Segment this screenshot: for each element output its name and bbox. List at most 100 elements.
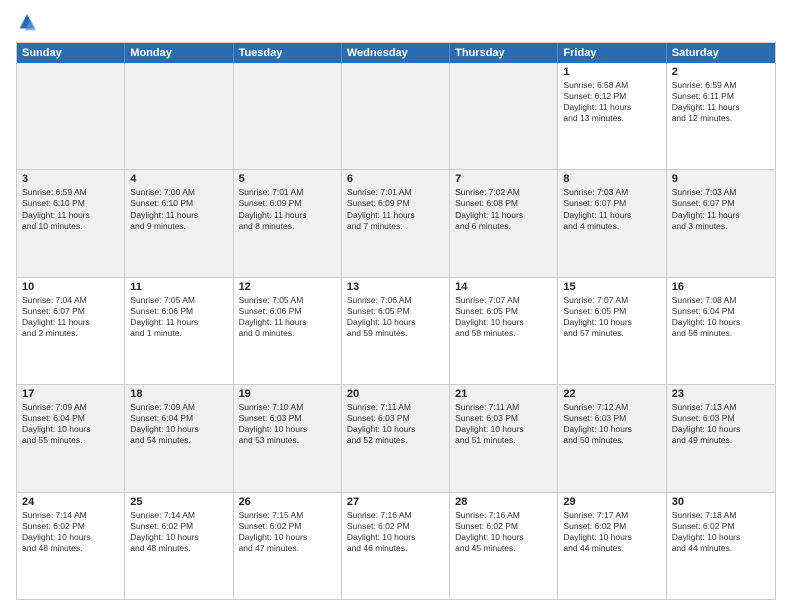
cell-text: Sunrise: 6:59 AM Sunset: 6:10 PM Dayligh…	[22, 187, 119, 231]
logo	[16, 12, 42, 34]
cell-text: Sunrise: 7:10 AM Sunset: 6:03 PM Dayligh…	[239, 402, 336, 446]
day-number: 11	[130, 281, 227, 293]
calendar-cell-empty-0-0	[17, 63, 125, 169]
calendar-cell-28: 28Sunrise: 7:16 AM Sunset: 6:02 PM Dayli…	[450, 493, 558, 599]
calendar-cell-7: 7 Sunrise: 7:02 AM Sunset: 6:08 PM Daylig…	[450, 170, 558, 276]
calendar-cell-4: 4 Sunrise: 7:00 AM Sunset: 6:10 PM Daylig…	[125, 170, 233, 276]
day-number: 29	[563, 496, 660, 508]
cell-text: Sunrise: 7:11 AM Sunset: 6:03 PM Dayligh…	[347, 402, 444, 446]
day-number: 17	[22, 388, 119, 400]
day-number: 10	[22, 281, 119, 293]
cell-text: Sunrise: 7:01 AM Sunset: 6:09 PM Dayligh…	[239, 187, 336, 231]
day-number: 14	[455, 281, 552, 293]
calendar-row-2: 10 Sunrise: 7:04 AM Sunset: 6:07 PM Dayli…	[17, 278, 775, 385]
cell-text: Sunrise: 7:14 AM Sunset: 6:02 PM Dayligh…	[22, 510, 119, 554]
cell-text: Sunrise: 7:09 AM Sunset: 6:04 PM Dayligh…	[22, 402, 119, 446]
calendar-cell-24: 24 Sunrise: 7:14 AM Sunset: 6:02 PM Dayli…	[17, 493, 125, 599]
header	[16, 12, 776, 34]
calendar-cell-empty-0-4	[450, 63, 558, 169]
day-number: 13	[347, 281, 444, 293]
cell-text: Sunrise: 7:09 AM Sunset: 6:04 PM Dayligh…	[130, 402, 227, 446]
day-number: 22	[563, 388, 660, 400]
day-number: 15	[563, 281, 660, 293]
day-number: 16	[672, 281, 770, 293]
cell-text: Sunrise: 7:18 AM Sunset: 6:02 PM Dayligh…	[672, 510, 770, 554]
calendar-cell-21: 21 Sunrise: 7:11 AM Sunset: 6:03 PM Dayli…	[450, 385, 558, 491]
cell-text: Sunrise: 7:11 AM Sunset: 6:03 PM Dayligh…	[455, 402, 552, 446]
calendar-cell-14: 14 Sunrise: 7:07 AM Sunset: 6:05 PM Dayli…	[450, 278, 558, 384]
header-day-wednesday: Wednesday	[342, 43, 450, 63]
calendar-cell-10: 10 Sunrise: 7:04 AM Sunset: 6:07 PM Dayli…	[17, 278, 125, 384]
calendar-cell-12: 12Sunrise: 7:05 AM Sunset: 6:06 PM Dayli…	[234, 278, 342, 384]
calendar: SundayMondayTuesdayWednesdayThursdayFrid…	[16, 42, 776, 600]
calendar-cell-3: 3 Sunrise: 6:59 AM Sunset: 6:10 PM Daylig…	[17, 170, 125, 276]
day-number: 8	[563, 173, 660, 185]
calendar-cell-empty-0-1	[125, 63, 233, 169]
cell-text: Sunrise: 7:12 AM Sunset: 6:03 PM Dayligh…	[563, 402, 660, 446]
calendar-body: 1 Sunrise: 6:58 AM Sunset: 6:12 PM Daylig…	[17, 63, 775, 599]
calendar-cell-13: 13Sunrise: 7:06 AM Sunset: 6:05 PM Dayli…	[342, 278, 450, 384]
calendar-cell-empty-0-3	[342, 63, 450, 169]
day-number: 28	[455, 496, 552, 508]
calendar-cell-17: 17 Sunrise: 7:09 AM Sunset: 6:04 PM Dayli…	[17, 385, 125, 491]
cell-text: Sunrise: 7:02 AM Sunset: 6:08 PM Dayligh…	[455, 187, 552, 231]
header-day-thursday: Thursday	[450, 43, 558, 63]
calendar-cell-29: 29 Sunrise: 7:17 AM Sunset: 6:02 PM Dayli…	[558, 493, 666, 599]
header-day-friday: Friday	[558, 43, 666, 63]
cell-text: Sunrise: 7:17 AM Sunset: 6:02 PM Dayligh…	[563, 510, 660, 554]
day-number: 9	[672, 173, 770, 185]
day-number: 18	[130, 388, 227, 400]
day-number: 24	[22, 496, 119, 508]
day-number: 6	[347, 173, 444, 185]
calendar-row-3: 17 Sunrise: 7:09 AM Sunset: 6:04 PM Dayli…	[17, 385, 775, 492]
header-day-sunday: Sunday	[17, 43, 125, 63]
cell-text: Sunrise: 7:08 AM Sunset: 6:04 PM Dayligh…	[672, 295, 770, 339]
cell-text: Sunrise: 7:07 AM Sunset: 6:05 PM Dayligh…	[563, 295, 660, 339]
day-number: 1	[563, 66, 660, 78]
header-day-saturday: Saturday	[667, 43, 775, 63]
logo-icon	[16, 12, 38, 34]
calendar-cell-11: 11 Sunrise: 7:05 AM Sunset: 6:06 PM Dayli…	[125, 278, 233, 384]
cell-text: Sunrise: 7:13 AM Sunset: 6:03 PM Dayligh…	[672, 402, 770, 446]
day-number: 21	[455, 388, 552, 400]
day-number: 3	[22, 173, 119, 185]
day-number: 27	[347, 496, 444, 508]
calendar-cell-27: 27Sunrise: 7:16 AM Sunset: 6:02 PM Dayli…	[342, 493, 450, 599]
calendar-cell-empty-0-2	[234, 63, 342, 169]
header-day-tuesday: Tuesday	[234, 43, 342, 63]
cell-text: Sunrise: 7:00 AM Sunset: 6:10 PM Dayligh…	[130, 187, 227, 231]
calendar-row-0: 1 Sunrise: 6:58 AM Sunset: 6:12 PM Daylig…	[17, 63, 775, 170]
day-number: 5	[239, 173, 336, 185]
calendar-cell-2: 2 Sunrise: 6:59 AM Sunset: 6:11 PM Daylig…	[667, 63, 775, 169]
calendar-cell-19: 19 Sunrise: 7:10 AM Sunset: 6:03 PM Dayli…	[234, 385, 342, 491]
cell-text: Sunrise: 7:01 AM Sunset: 6:09 PM Dayligh…	[347, 187, 444, 231]
cell-text: Sunrise: 6:58 AM Sunset: 6:12 PM Dayligh…	[563, 80, 660, 124]
header-day-monday: Monday	[125, 43, 233, 63]
day-number: 30	[672, 496, 770, 508]
day-number: 2	[672, 66, 770, 78]
calendar-cell-15: 15 Sunrise: 7:07 AM Sunset: 6:05 PM Dayli…	[558, 278, 666, 384]
calendar-cell-8: 8 Sunrise: 7:03 AM Sunset: 6:07 PM Daylig…	[558, 170, 666, 276]
day-number: 4	[130, 173, 227, 185]
cell-text: Sunrise: 7:03 AM Sunset: 6:07 PM Dayligh…	[563, 187, 660, 231]
cell-text: Sunrise: 6:59 AM Sunset: 6:11 PM Dayligh…	[672, 80, 770, 124]
cell-text: Sunrise: 7:07 AM Sunset: 6:05 PM Dayligh…	[455, 295, 552, 339]
calendar-cell-18: 18 Sunrise: 7:09 AM Sunset: 6:04 PM Dayli…	[125, 385, 233, 491]
calendar-cell-16: 16 Sunrise: 7:08 AM Sunset: 6:04 PM Dayli…	[667, 278, 775, 384]
day-number: 7	[455, 173, 552, 185]
cell-text: Sunrise: 7:04 AM Sunset: 6:07 PM Dayligh…	[22, 295, 119, 339]
calendar-row-1: 3 Sunrise: 6:59 AM Sunset: 6:10 PM Daylig…	[17, 170, 775, 277]
cell-text: Sunrise: 7:03 AM Sunset: 6:07 PM Dayligh…	[672, 187, 770, 231]
calendar-cell-1: 1 Sunrise: 6:58 AM Sunset: 6:12 PM Daylig…	[558, 63, 666, 169]
day-number: 19	[239, 388, 336, 400]
calendar-cell-26: 26Sunrise: 7:15 AM Sunset: 6:02 PM Dayli…	[234, 493, 342, 599]
day-number: 20	[347, 388, 444, 400]
cell-text: Sunrise: 7:05 AM Sunset: 6:06 PM Dayligh…	[239, 295, 336, 339]
cell-text: Sunrise: 7:05 AM Sunset: 6:06 PM Dayligh…	[130, 295, 227, 339]
day-number: 26	[239, 496, 336, 508]
calendar-cell-6: 6 Sunrise: 7:01 AM Sunset: 6:09 PM Daylig…	[342, 170, 450, 276]
calendar-header: SundayMondayTuesdayWednesdayThursdayFrid…	[17, 43, 775, 63]
calendar-cell-30: 30 Sunrise: 7:18 AM Sunset: 6:02 PM Dayli…	[667, 493, 775, 599]
calendar-cell-22: 22 Sunrise: 7:12 AM Sunset: 6:03 PM Dayli…	[558, 385, 666, 491]
calendar-cell-23: 23Sunrise: 7:13 AM Sunset: 6:03 PM Dayli…	[667, 385, 775, 491]
